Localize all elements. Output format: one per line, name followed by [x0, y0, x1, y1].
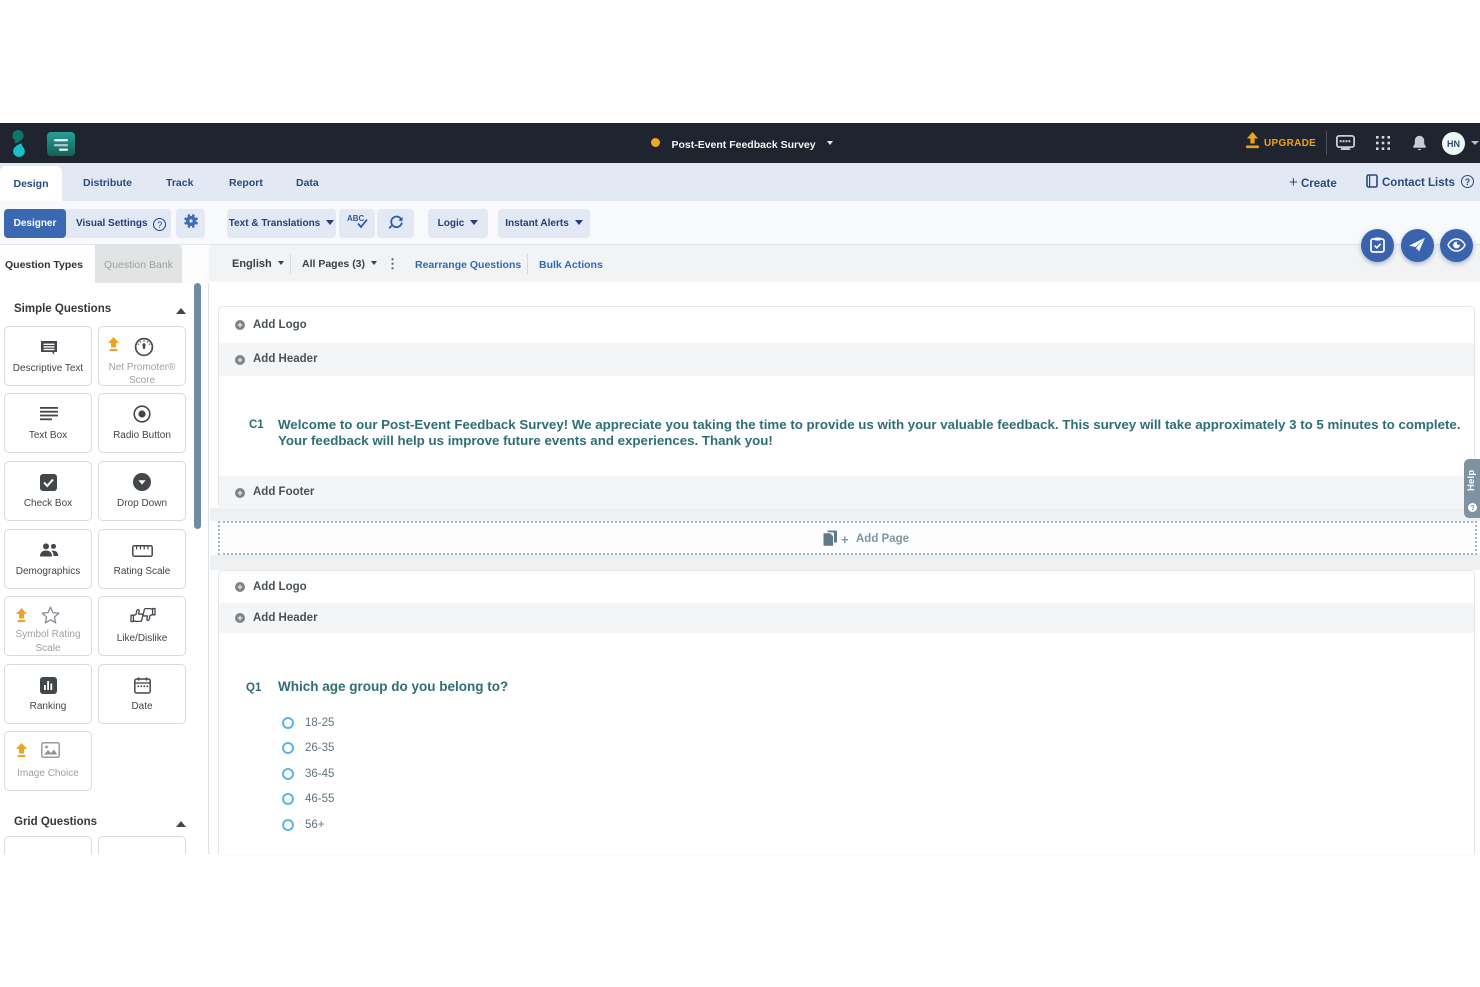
- svg-text:ABC: ABC: [347, 214, 365, 223]
